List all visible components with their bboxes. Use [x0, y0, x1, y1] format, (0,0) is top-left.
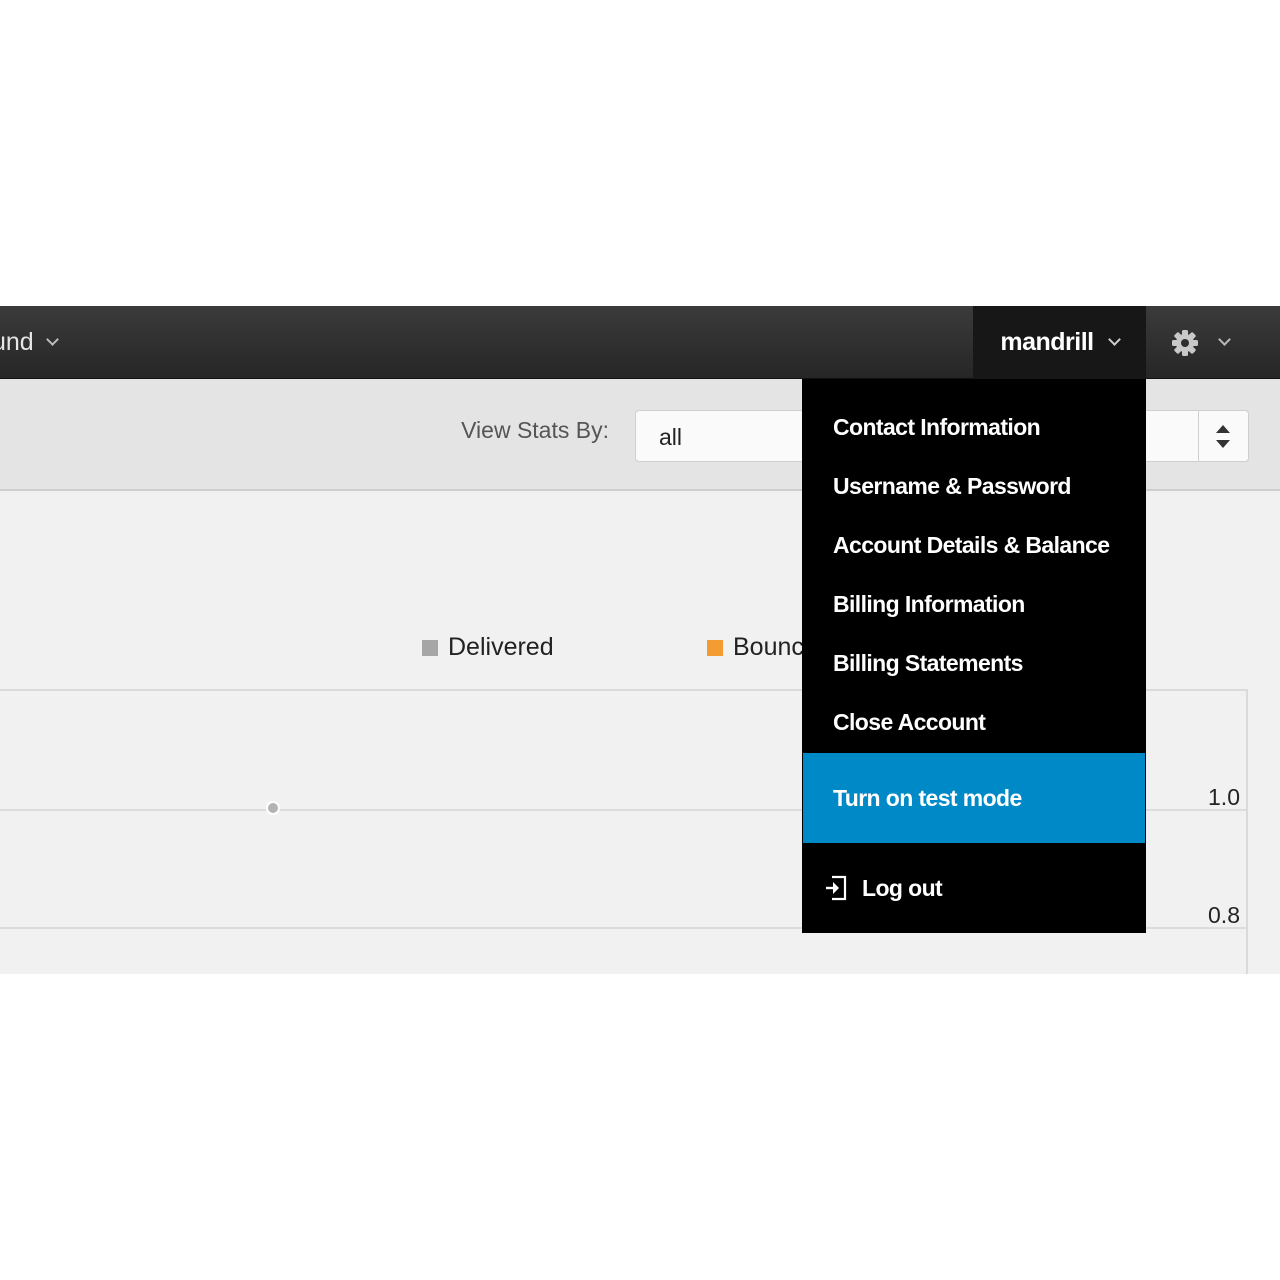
logout-icon	[826, 875, 847, 901]
chevron-down-icon	[45, 333, 59, 346]
legend-label: Delivered	[448, 633, 554, 661]
menu-item-test-mode[interactable]: Turn on test mode	[803, 753, 1145, 843]
menu-item-billing-statements[interactable]: Billing Statements	[802, 634, 1146, 693]
legend-swatch	[422, 639, 438, 656]
menu-item-contact-information[interactable]: Contact Information	[802, 398, 1146, 457]
nav-menu-label: und	[0, 328, 34, 356]
nav-menu-outbound[interactable]: und	[0, 306, 59, 379]
user-menu-label: mandrill	[1000, 328, 1094, 356]
menu-item-close-account[interactable]: Close Account	[802, 693, 1146, 752]
menu-item-billing-information[interactable]: Billing Information	[802, 575, 1146, 634]
data-point[interactable]	[266, 801, 280, 815]
y-tick-label: 0.8	[1208, 902, 1240, 928]
legend-label: Bounc	[733, 633, 804, 661]
gear-icon	[1172, 329, 1198, 356]
legend-item-bounced: Bounc	[707, 633, 804, 662]
user-menu-button[interactable]: mandrill	[973, 306, 1146, 379]
y-tick-label: 1.0	[1208, 784, 1240, 810]
chevron-down-icon	[1218, 333, 1231, 346]
menu-item-account-details[interactable]: Account Details & Balance	[802, 516, 1146, 575]
legend-swatch	[707, 639, 723, 656]
legend-item-delivered: Delivered	[422, 633, 554, 662]
view-stats-value: all	[659, 424, 683, 450]
chevron-down-icon	[1107, 333, 1121, 346]
settings-menu-button[interactable]	[1146, 306, 1280, 379]
top-navigation-bar: und mandrill	[0, 306, 1280, 379]
menu-item-username-password[interactable]: Username & Password	[802, 457, 1146, 516]
user-dropdown-menu: Contact Information Username & Password …	[802, 379, 1146, 933]
view-stats-label: View Stats By:	[461, 417, 609, 443]
select-arrows-icon	[1198, 411, 1248, 461]
menu-item-log-out[interactable]: Log out	[802, 858, 1146, 918]
log-out-label: Log out	[862, 874, 943, 901]
